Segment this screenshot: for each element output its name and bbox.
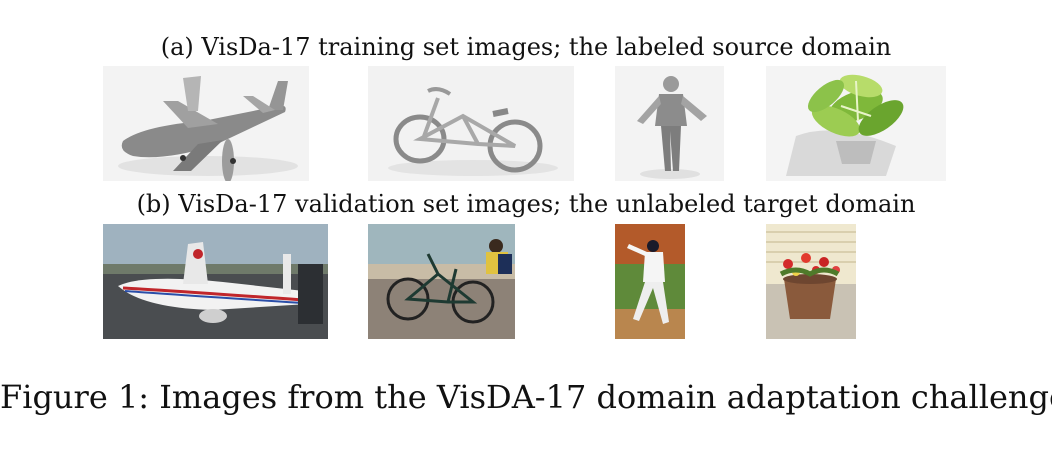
target-image-flower-pot (766, 224, 856, 339)
figure-caption: Figure 1: Images from the VisDA-17 domai… (0, 378, 1052, 416)
baseball-player-photo-icon (615, 224, 685, 339)
person-render-icon (637, 76, 707, 179)
target-image-baseball-player (615, 224, 685, 339)
source-image-bicycle (368, 66, 574, 181)
bicycle-render-icon (388, 87, 558, 176)
potted-plant-render-icon (786, 74, 904, 176)
subcaption-a: (a) VisDa-17 training set images; the la… (160, 33, 892, 61)
flower-pot-photo-icon (766, 224, 856, 339)
subcaption-b: (b) VisDa-17 validation set images; the … (136, 190, 916, 218)
airplane-render-icon (118, 76, 298, 181)
target-image-bicycle (368, 224, 515, 339)
bicycle-photo-icon (368, 224, 515, 339)
source-image-potted-plant (766, 66, 946, 181)
target-image-airplane (103, 224, 328, 339)
source-image-airplane (103, 66, 309, 181)
source-image-person (615, 66, 724, 181)
airplane-photo-icon (103, 224, 328, 339)
